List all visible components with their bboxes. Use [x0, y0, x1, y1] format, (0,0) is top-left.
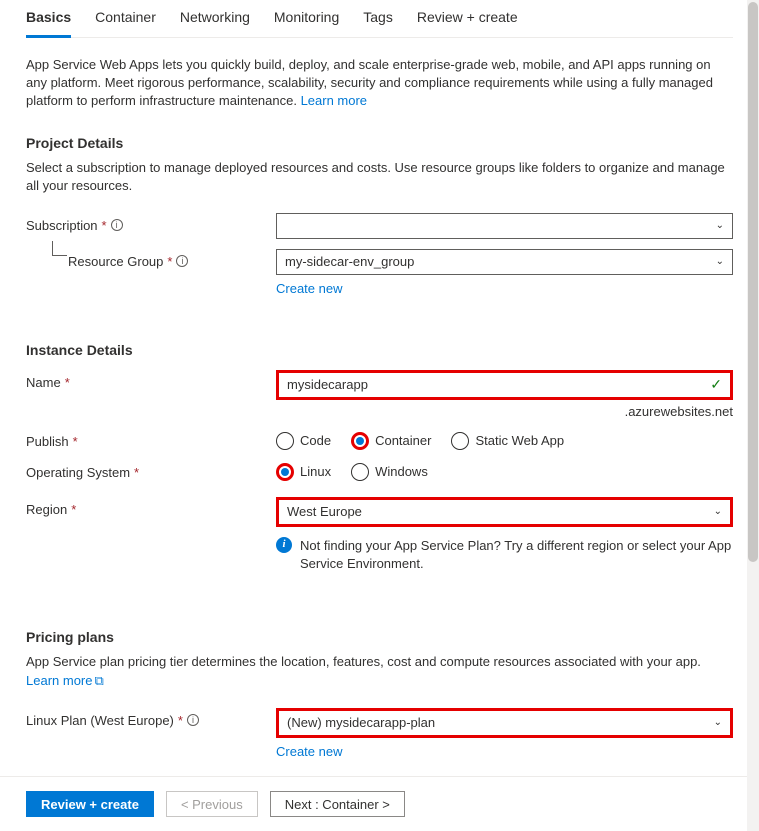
linux-plan-label: Linux Plan (West Europe) * i [26, 708, 276, 728]
tab-review-create[interactable]: Review + create [417, 3, 518, 37]
name-label: Name * [26, 370, 276, 390]
project-details-desc: Select a subscription to manage deployed… [26, 159, 733, 195]
next-button[interactable]: Next : Container > [270, 791, 405, 817]
tab-networking[interactable]: Networking [180, 3, 250, 37]
pricing-heading: Pricing plans [26, 629, 733, 645]
check-icon: ✓ [710, 376, 722, 393]
create-new-plan-link[interactable]: Create new [276, 744, 733, 759]
info-icon[interactable]: i [187, 714, 199, 726]
info-icon[interactable]: i [111, 219, 123, 231]
scrollbar-thumb[interactable] [748, 2, 758, 562]
tab-tags[interactable]: Tags [363, 3, 393, 37]
os-windows-radio[interactable]: Windows [351, 463, 428, 481]
previous-button: < Previous [166, 791, 258, 817]
chevron-down-icon: ⌄ [714, 717, 722, 728]
publish-code-radio[interactable]: Code [276, 432, 331, 450]
region-info-text: Not finding your App Service Plan? Try a… [300, 537, 733, 573]
name-input[interactable]: mysidecarapp ✓ [276, 370, 733, 400]
subscription-label: Subscription * i [26, 213, 276, 233]
instance-details-heading: Instance Details [26, 342, 733, 358]
resource-group-label: Resource Group * i [26, 249, 276, 269]
tab-basics[interactable]: Basics [26, 3, 71, 38]
external-link-icon: ⧉ [94, 672, 103, 690]
subscription-dropdown[interactable]: ⌄ [276, 213, 733, 239]
tab-container[interactable]: Container [95, 3, 156, 37]
chevron-down-icon: ⌄ [716, 220, 724, 231]
info-badge-icon: i [276, 537, 292, 553]
os-linux-radio[interactable]: Linux [276, 463, 331, 481]
os-label: Operating System * [26, 460, 276, 480]
review-create-button[interactable]: Review + create [26, 791, 154, 817]
chevron-down-icon: ⌄ [714, 506, 722, 517]
pricing-learn-more-link[interactable]: Learn more⧉ [26, 673, 104, 688]
create-new-rg-link[interactable]: Create new [276, 281, 733, 296]
region-label: Region * [26, 497, 276, 517]
vertical-scrollbar[interactable] [747, 0, 759, 831]
wizard-footer: Review + create < Previous Next : Contai… [0, 776, 759, 831]
wizard-tabs: Basics Container Networking Monitoring T… [26, 0, 733, 38]
publish-container-radio[interactable]: Container [351, 432, 431, 450]
pricing-desc: App Service plan pricing tier determines… [26, 653, 733, 689]
tab-monitoring[interactable]: Monitoring [274, 3, 339, 37]
intro-learn-more-link[interactable]: Learn more [301, 93, 367, 108]
intro-body: App Service Web Apps lets you quickly bu… [26, 57, 713, 108]
domain-suffix: .azurewebsites.net [276, 404, 733, 419]
project-details-heading: Project Details [26, 135, 733, 151]
info-icon[interactable]: i [176, 255, 188, 267]
resource-group-dropdown[interactable]: my-sidecar-env_group ⌄ [276, 249, 733, 275]
intro-text: App Service Web Apps lets you quickly bu… [26, 56, 733, 111]
publish-static-radio[interactable]: Static Web App [451, 432, 564, 450]
publish-label: Publish * [26, 429, 276, 449]
region-dropdown[interactable]: West Europe ⌄ [276, 497, 733, 527]
chevron-down-icon: ⌄ [716, 256, 724, 267]
linux-plan-dropdown[interactable]: (New) mysidecarapp-plan ⌄ [276, 708, 733, 738]
